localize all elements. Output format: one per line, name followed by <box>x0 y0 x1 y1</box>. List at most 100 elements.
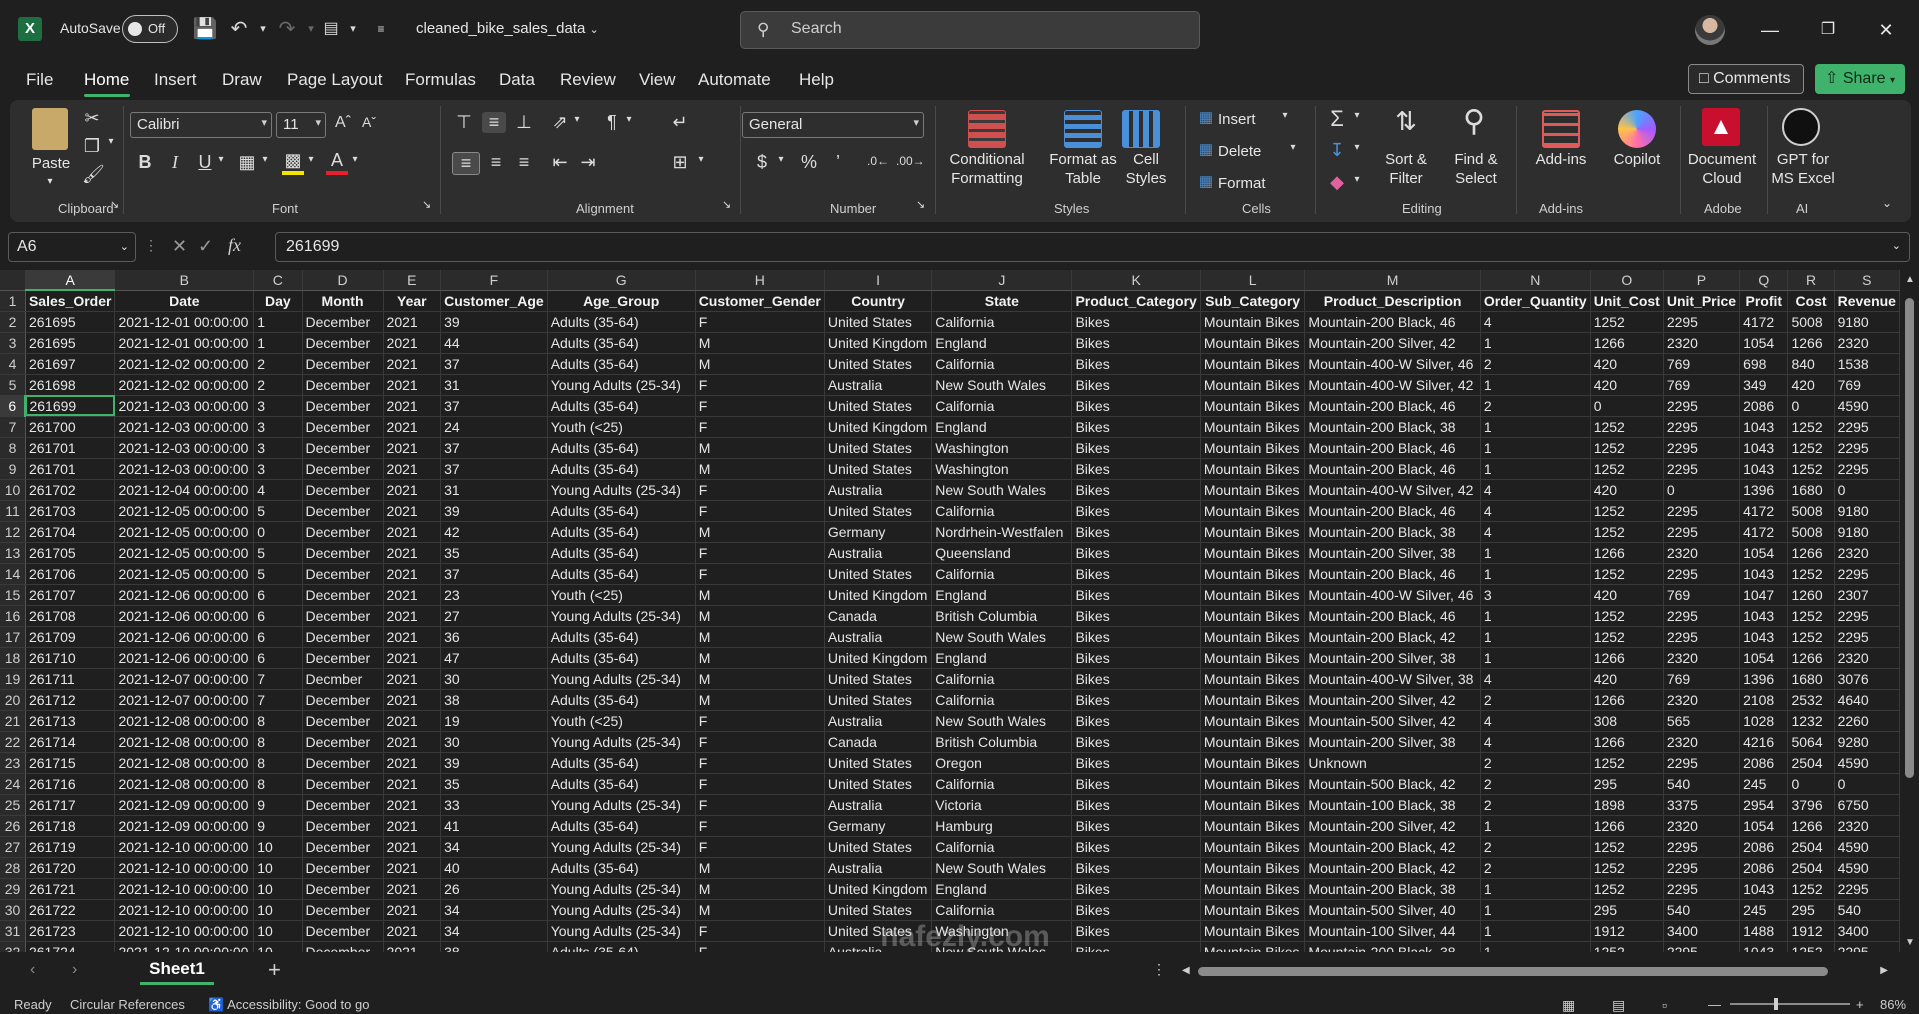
cell[interactable]: 8 <box>253 731 303 753</box>
cell[interactable]: 5008 <box>1787 500 1835 522</box>
dialog-launcher-icon[interactable]: ↘ <box>110 198 119 211</box>
tab-home[interactable]: Home <box>84 70 129 90</box>
cell[interactable]: 31 <box>440 374 548 396</box>
cell[interactable]: 5064 <box>1787 731 1835 753</box>
cell[interactable]: Mountain Bikes <box>1200 542 1306 564</box>
cell[interactable]: 2295 <box>1663 857 1741 879</box>
cell[interactable]: 35 <box>440 773 548 795</box>
cell[interactable]: 261719 <box>25 836 116 858</box>
cell[interactable]: December <box>302 857 384 879</box>
cell[interactable]: Bikes <box>1071 332 1201 354</box>
cell[interactable]: Mountain Bikes <box>1200 311 1306 333</box>
cell[interactable]: Mountain-200 Silver, 42 <box>1304 332 1481 354</box>
cell[interactable]: 2 <box>1480 395 1591 417</box>
cell[interactable]: 1 <box>1480 920 1591 942</box>
cell[interactable]: F <box>695 941 825 952</box>
column-header-p[interactable]: P <box>1663 270 1741 291</box>
cell[interactable]: 295 <box>1787 899 1835 921</box>
cell[interactable]: 420 <box>1787 374 1835 396</box>
cell[interactable]: Bikes <box>1071 584 1201 606</box>
orientation-icon[interactable]: ⇗ <box>548 112 572 133</box>
cell[interactable]: Bikes <box>1071 311 1201 333</box>
cell[interactable]: 2021 <box>383 878 442 900</box>
cell[interactable]: United States <box>824 836 933 858</box>
cell[interactable]: United States <box>824 395 933 417</box>
cell[interactable]: Date <box>114 290 255 312</box>
cell[interactable]: Bikes <box>1071 689 1201 711</box>
row-header[interactable]: 32 <box>0 941 26 952</box>
cell[interactable]: 2295 <box>1834 437 1900 459</box>
cell[interactable]: 1252 <box>1787 437 1835 459</box>
find-select-icon[interactable]: ⚲ <box>1456 104 1492 139</box>
cell[interactable]: 308 <box>1590 710 1664 732</box>
cancel-icon[interactable]: ✕ <box>172 236 187 257</box>
cell[interactable]: 2021 <box>383 479 442 501</box>
cell[interactable]: 2320 <box>1834 542 1900 564</box>
clear-icon[interactable]: ◆ <box>1326 172 1348 193</box>
cell[interactable]: 4172 <box>1739 521 1789 543</box>
cell[interactable]: Bikes <box>1071 731 1201 753</box>
cell[interactable]: F <box>695 731 825 753</box>
cell[interactable]: 5 <box>253 500 303 522</box>
cell[interactable]: 2295 <box>1663 458 1741 480</box>
cell[interactable]: 1252 <box>1590 563 1664 585</box>
cell[interactable]: Adults (35-64) <box>547 752 696 774</box>
row-header[interactable]: 26 <box>0 815 26 837</box>
cell[interactable]: 2021 <box>383 395 442 417</box>
cell[interactable]: M <box>695 668 825 690</box>
cell[interactable]: 2021-12-08 00:00:00 <box>114 710 255 732</box>
add-sheet-icon[interactable]: + <box>268 957 281 983</box>
cell[interactable]: Adults (35-64) <box>547 353 696 375</box>
cell[interactable]: California <box>931 668 1073 690</box>
cell[interactable]: Cost <box>1787 290 1835 312</box>
cell[interactable]: 769 <box>1663 374 1741 396</box>
cell[interactable]: 2295 <box>1834 878 1900 900</box>
row-header[interactable]: 23 <box>0 752 26 774</box>
cell[interactable]: 2021-12-06 00:00:00 <box>114 584 255 606</box>
cell[interactable]: Germany <box>824 815 933 837</box>
cell[interactable]: December <box>302 479 384 501</box>
cell[interactable]: 1 <box>1480 542 1591 564</box>
cell[interactable]: 2504 <box>1787 857 1835 879</box>
cell[interactable]: Mountain-200 Silver, 38 <box>1304 731 1481 753</box>
dialog-launcher-icon[interactable]: ↘ <box>422 198 431 211</box>
cell[interactable]: Youth (<25) <box>547 416 696 438</box>
cut-icon[interactable]: ✂ <box>82 108 102 129</box>
cell[interactable]: Australia <box>824 794 933 816</box>
cell[interactable]: 4 <box>1480 479 1591 501</box>
cell[interactable]: 2021 <box>383 437 442 459</box>
font-color-dropdown-icon[interactable]: ▾ <box>348 154 362 165</box>
cell[interactable]: 1538 <box>1834 353 1900 375</box>
cell[interactable]: 1252 <box>1590 521 1664 543</box>
cell[interactable]: 1912 <box>1590 920 1664 942</box>
sheet-tab-sheet1[interactable]: Sheet1 <box>140 955 214 985</box>
cell[interactable]: Oregon <box>931 752 1073 774</box>
column-header-o[interactable]: O <box>1590 270 1664 291</box>
cell[interactable]: Mountain-100 Black, 38 <box>1304 794 1481 816</box>
column-header-a[interactable]: A <box>25 270 116 291</box>
cell[interactable]: 5 <box>253 542 303 564</box>
clear-dropdown-icon[interactable]: ▾ <box>1350 174 1364 185</box>
zoom-slider[interactable] <box>1730 998 1850 1010</box>
cell[interactable]: Bikes <box>1071 458 1201 480</box>
row-header[interactable]: 1 <box>0 290 26 312</box>
dialog-launcher-icon[interactable]: ↘ <box>916 198 925 211</box>
row-header[interactable]: 16 <box>0 605 26 627</box>
cell[interactable]: Mountain Bikes <box>1200 836 1306 858</box>
decrease-indent-icon[interactable]: ⇤ <box>548 152 572 173</box>
cell[interactable]: Mountain Bikes <box>1200 584 1306 606</box>
cell[interactable]: 39 <box>440 752 548 774</box>
cell[interactable]: 6 <box>253 584 303 606</box>
column-header-l[interactable]: L <box>1200 270 1306 291</box>
cell[interactable]: 2108 <box>1739 689 1789 711</box>
cell[interactable]: Year <box>383 290 442 312</box>
column-header-i[interactable]: I <box>824 270 933 291</box>
cell[interactable]: 2021 <box>383 500 442 522</box>
cell[interactable]: December <box>302 395 384 417</box>
cell[interactable]: 2260 <box>1834 710 1900 732</box>
delete-cells-icon[interactable]: ▦ <box>1196 140 1216 158</box>
cell[interactable]: 769 <box>1663 668 1741 690</box>
cell[interactable]: Bikes <box>1071 626 1201 648</box>
cell[interactable]: Young Adults (25-34) <box>547 794 696 816</box>
cell[interactable]: 420 <box>1590 668 1664 690</box>
